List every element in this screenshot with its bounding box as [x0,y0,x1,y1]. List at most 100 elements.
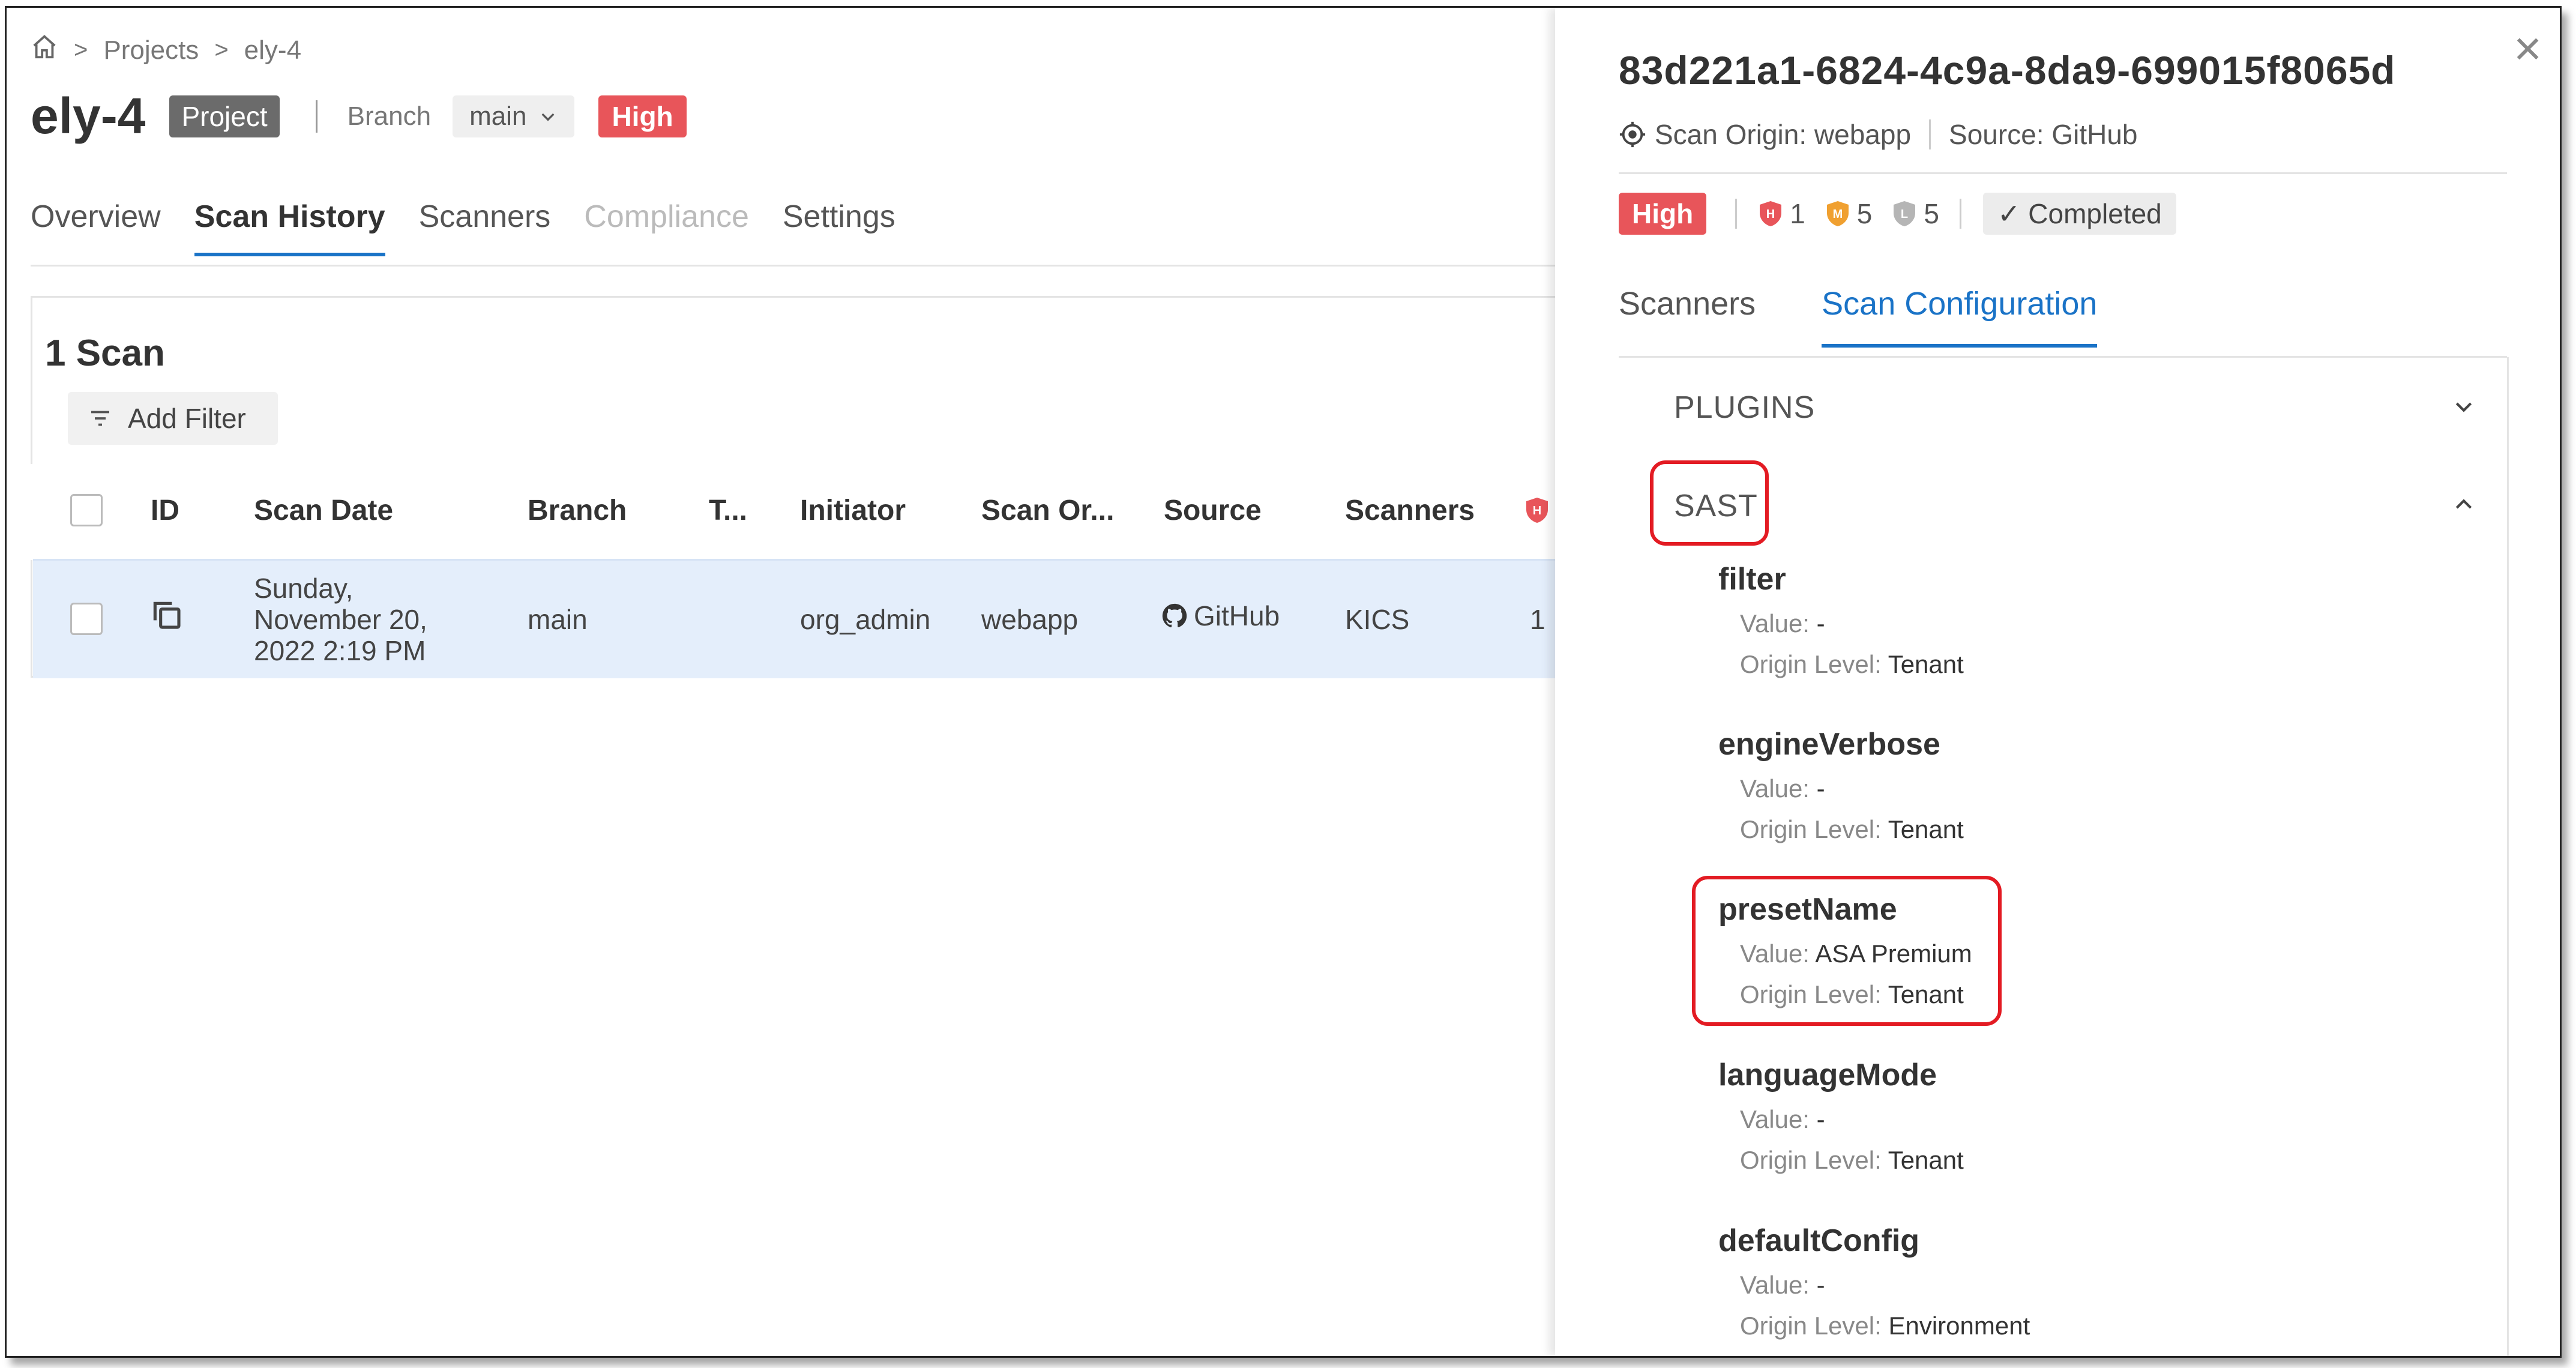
branch-select[interactable]: main [453,95,575,137]
scan-source: Source: GitHub [1949,119,2138,150]
origin-label: Origin Level: [1740,1312,1882,1340]
col-initiator[interactable]: Initiator [800,494,906,527]
row-source-label: GitHub [1194,600,1280,631]
low-count-value: 5 [1924,198,1939,229]
value-text: - [1816,609,1825,637]
param-value: Value: - [1740,609,1964,638]
project-header: ely-4 Project Branch main High [31,87,687,145]
col-id[interactable]: ID [151,494,179,527]
col-scanners[interactable]: Scanners [1345,494,1475,527]
breadcrumb-separator: > [74,37,88,63]
row-source: GitHub [1161,600,1280,631]
scan-date-line: November 20, [254,604,427,635]
svg-text:L: L [1901,208,1908,221]
low-severity-icon: L [1894,201,1916,226]
table-row[interactable]: Sunday, November 20, 2022 2:19 PM main o… [33,559,1569,678]
param-name: defaultConfig [1718,1223,1920,1258]
tab-scanners[interactable]: Scanners [419,199,551,256]
chevron-down-icon[interactable] [2452,394,2476,418]
row-scanners: KICS [1345,604,1410,635]
low-count: L 5 [1892,197,1939,230]
divider [1929,119,1931,149]
breadcrumb-projects[interactable]: Projects [103,35,199,65]
add-filter-button[interactable]: Add Filter [68,392,278,445]
breadcrumb: > Projects > ely-4 [31,33,301,67]
scan-origin-row: Scan Origin: webapp Source: GitHub [1619,118,2138,151]
breadcrumb-project[interactable]: ely-4 [244,35,301,65]
select-all-checkbox[interactable] [70,494,103,526]
scan-origin: Scan Origin: webapp [1655,119,1912,150]
origin-text: Tenant [1888,1146,1964,1174]
tab-compliance[interactable]: Compliance [584,199,749,256]
param-origin: Origin Level: Tenant [1740,650,1964,679]
high-count: H 1 [1759,197,1805,230]
value-text: - [1816,1271,1825,1299]
row-initiator: org_admin [800,604,931,635]
medium-severity-icon: M [1826,201,1849,226]
filter-icon [91,411,109,426]
risk-badge: High [598,95,687,137]
tab-scan-configuration[interactable]: Scan Configuration [1822,285,2098,348]
tab-settings[interactable]: Settings [783,199,895,256]
section-plugins[interactable]: PLUGINS [1674,390,1815,426]
project-type-badge: Project [169,95,280,137]
table-header: ID Scan Date Branch T... Initiator Scan … [31,464,1567,560]
col-tags[interactable]: T... [709,494,747,527]
config-param: defaultConfig Value: - Origin Level: Env… [1718,1223,2030,1340]
highlight-box [1650,460,1769,546]
branch-label: Branch [347,101,432,131]
origin-label: Origin Level: [1740,815,1882,843]
config-param: languageMode Value: - Origin Level: Tena… [1718,1057,1964,1175]
status-badge: ✓ Completed [1982,193,2176,235]
risk-badge: High [1619,193,1707,235]
add-filter-label: Add Filter [128,403,246,434]
col-source[interactable]: Source [1164,494,1262,527]
row-branch: main [528,604,588,635]
param-origin: Origin Level: Tenant [1740,815,1964,844]
col-branch[interactable]: Branch [528,494,627,527]
value-label: Value: [1740,1105,1810,1133]
param-name: languageMode [1718,1058,1937,1092]
param-value: Value: - [1740,774,1964,803]
divider [1619,172,2507,174]
high-severity-icon: H [1760,201,1782,226]
tabs-divider [31,265,1555,267]
row-scan-origin: webapp [981,604,1079,635]
copy-icon[interactable] [149,598,183,631]
scan-count: 1 Scan [45,333,165,374]
chevron-down-icon [541,113,555,121]
svg-text:M: M [1832,208,1843,221]
tab-scanners[interactable]: Scanners [1619,285,1756,348]
chevron-up-icon[interactable] [2452,493,2476,517]
high-severity-icon: H [1526,498,1548,523]
value-label: Value: [1740,609,1810,637]
origin-text: Environment [1888,1312,2030,1340]
svg-text:H: H [1766,208,1775,221]
row-checkbox[interactable] [70,603,103,635]
scan-date-line: Sunday, [254,573,354,604]
high-count-value: 1 [1790,198,1805,229]
param-value: Value: - [1740,1271,2030,1300]
origin-text: Tenant [1888,650,1964,678]
medium-count-value: 5 [1856,198,1873,229]
home-icon[interactable] [31,33,58,67]
origin-text: Tenant [1888,815,1964,843]
scan-date-line: 2022 2:19 PM [254,635,426,666]
close-icon[interactable]: × [2514,25,2542,73]
scan-configuration: PLUGINS SAST filter Value: - Origin Leve… [1619,357,2509,1356]
tab-scan-history[interactable]: Scan History [194,199,385,256]
value-text: - [1816,774,1825,803]
divider [315,100,317,133]
config-param: engineVerbose Value: - Origin Level: Ten… [1718,726,1964,844]
divider [1735,199,1738,229]
col-scan-date[interactable]: Scan Date [254,494,393,527]
col-scan-origin[interactable]: Scan Or... [981,494,1114,527]
project-tabs: Overview Scan History Scanners Complianc… [31,199,895,256]
tab-overview[interactable]: Overview [31,199,161,256]
param-name: filter [1718,562,1786,597]
svg-text:H: H [1533,504,1541,517]
scan-status-row: High H 1 M 5 L 5 ✓ Completed [1619,193,2176,235]
param-origin: Origin Level: Tenant [1740,1146,1964,1175]
param-value: Value: - [1740,1105,1964,1134]
row-scan-date: Sunday, November 20, 2022 2:19 PM [254,573,427,666]
